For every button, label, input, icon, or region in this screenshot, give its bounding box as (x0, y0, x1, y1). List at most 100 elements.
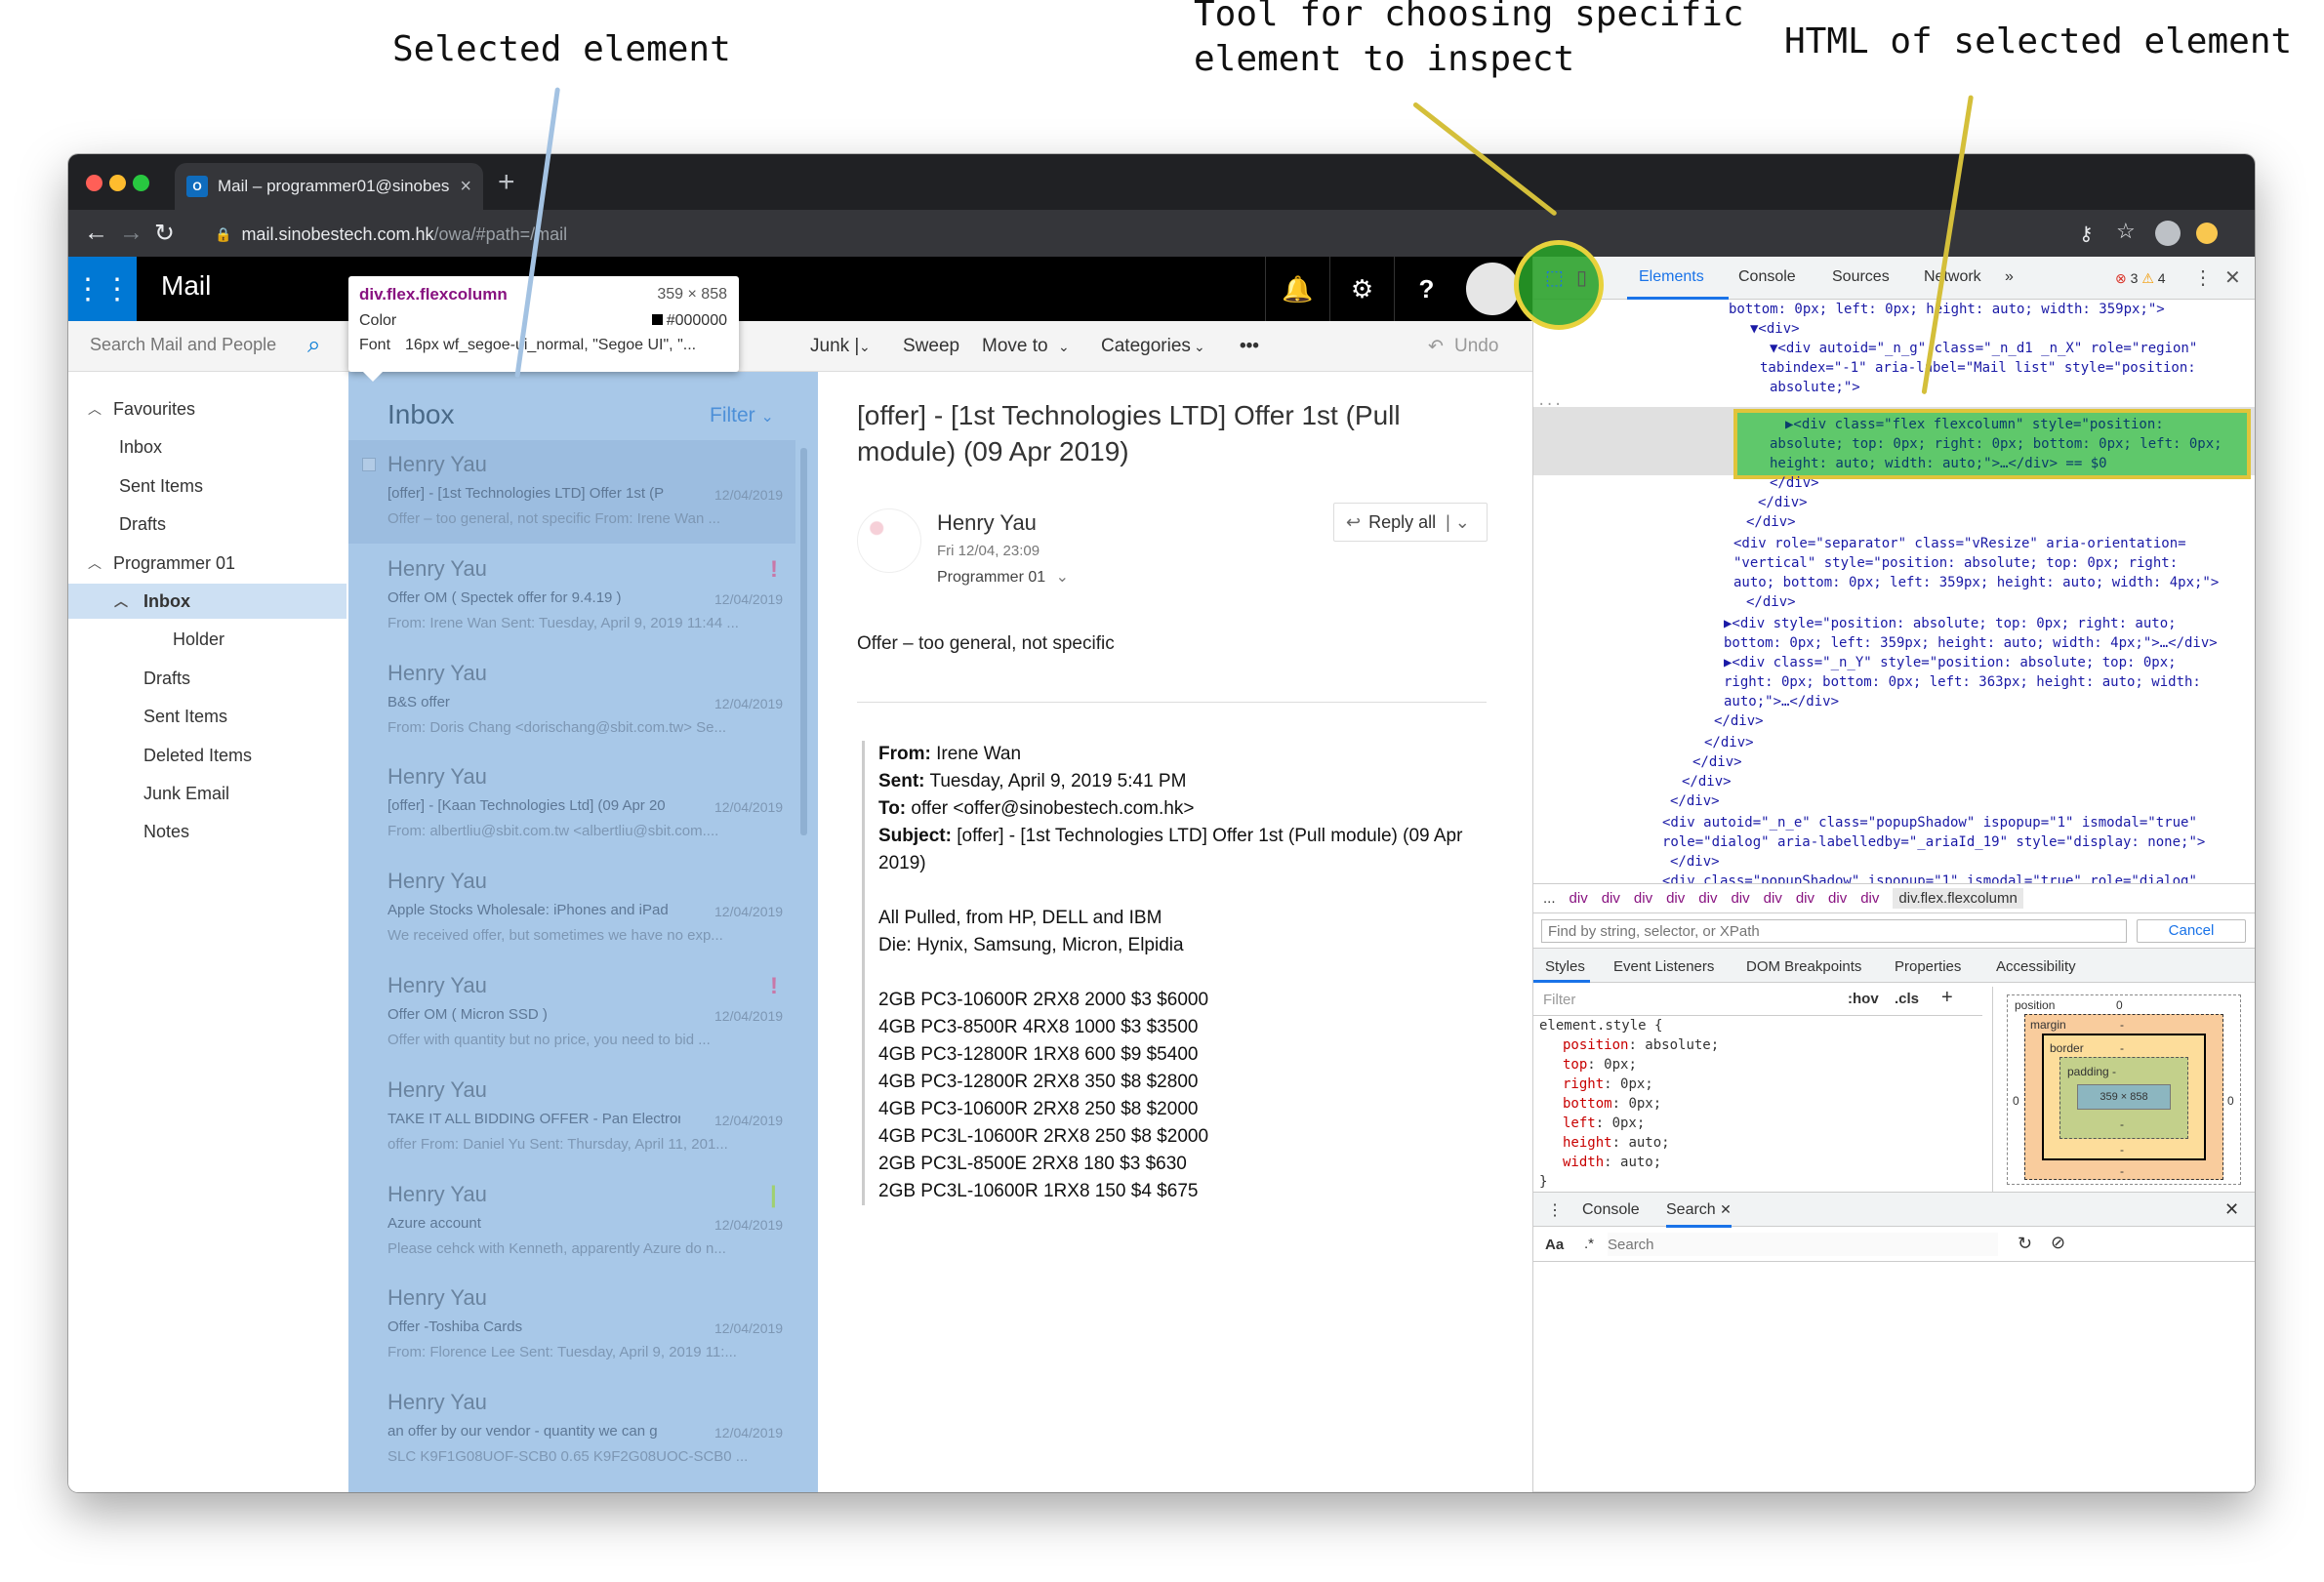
dom-line[interactable]: </div> (1746, 592, 1796, 613)
list-item[interactable]: Henry Yau Apple Stocks Wholesale: iPhones… (348, 857, 795, 960)
breadcrumb-item[interactable]: div (1731, 890, 1749, 907)
tab-dom-breakpoints[interactable]: DOM Breakpoints (1746, 958, 1861, 975)
drawer-menu-icon[interactable]: ⋮ (1547, 1200, 1563, 1220)
style-property[interactable]: left: 0px; (1533, 1114, 1982, 1133)
search-icon[interactable]: ⌕ (307, 332, 320, 359)
sweep-button[interactable]: Sweep (903, 336, 959, 357)
dom-line[interactable]: </div> (1670, 791, 1720, 812)
list-item[interactable]: Henry Yau Offer OM ( Spectek offer for 9.… (348, 545, 795, 648)
dom-line[interactable]: ▶<div style="position: absolute; top: 0p… (1724, 614, 2177, 634)
tab-accessibility[interactable]: Accessibility (1996, 958, 2076, 975)
breadcrumb-item[interactable]: div.flex.flexcolumn (1893, 888, 2023, 909)
dom-line[interactable]: <div role="separator" class="vResize" ar… (1733, 534, 2186, 554)
styles-filter-input[interactable]: Filter (1543, 992, 1575, 1008)
kebab-menu-icon[interactable]: ⋮ (2193, 265, 2213, 290)
tab-event-listeners[interactable]: Event Listeners (1613, 958, 1714, 975)
list-item[interactable]: Henry Yau Azure account 12/04/2019 Please c… (348, 1170, 795, 1274)
dom-line[interactable]: auto; bottom: 0px; left: 359px; height: … (1733, 573, 2219, 593)
dom-line[interactable]: ▼<div> (1750, 319, 1800, 340)
dom-line[interactable]: </div> (1746, 512, 1796, 533)
device-toolbar-icon[interactable]: ▯ (1576, 265, 1587, 290)
tab-network[interactable]: Network (1924, 268, 1981, 286)
undo-button[interactable]: Undo (1454, 336, 1498, 357)
drawer-tab-search[interactable]: Search ✕ (1666, 1201, 1732, 1228)
list-item[interactable]: Henry Yau B&S offer 12/04/2019 From: Doris … (348, 649, 795, 752)
breadcrumb-item[interactable]: div (1860, 890, 1879, 907)
close-icon[interactable]: ✕ (2224, 265, 2241, 290)
breadcrumb-item[interactable]: div (1570, 890, 1588, 907)
close-icon[interactable]: ✕ (1720, 1201, 1732, 1217)
breadcrumb-item[interactable]: div (1828, 890, 1847, 907)
help-icon[interactable]: ? (1394, 257, 1458, 321)
breadcrumb-item[interactable]: div (1698, 890, 1717, 907)
dom-line[interactable]: absolute; top: 0px; right: 0px; bottom: … (1770, 434, 2222, 455)
dom-line[interactable]: </div> (1758, 493, 1808, 513)
undo-icon[interactable]: ↶ (1428, 336, 1444, 358)
breadcrumb-item[interactable]: div (1666, 890, 1685, 907)
reload-icon[interactable]: ↻ (154, 219, 175, 248)
close-window-button[interactable] (86, 175, 102, 191)
dom-line[interactable]: </div> (1682, 772, 1732, 792)
dom-line[interactable]: ▼<div autoid="_n_g" class="_n_d1 _n_X" r… (1770, 339, 2197, 359)
list-item[interactable]: Henry Yau [offer] - [Kaan Technologies Lt… (348, 752, 795, 856)
dom-line[interactable]: <div autoid="_n_e" class="popupShadow" i… (1662, 813, 2197, 833)
error-count[interactable]: ⊗ 3 ⚠ 4 (2115, 270, 2166, 287)
style-property[interactable]: height: auto; (1533, 1133, 1982, 1153)
message-recipient[interactable]: Programmer 01 ⌄ (937, 567, 1069, 587)
folder-item[interactable]: Sent Items (68, 699, 347, 734)
list-item[interactable]: Henry Yau TAKE IT ALL BIDDING OFFER - Pan… (348, 1066, 795, 1169)
cls-button[interactable]: .cls (1895, 991, 1919, 1007)
move-to-button[interactable]: Move to (982, 336, 1048, 357)
tab-properties[interactable]: Properties (1895, 958, 1961, 975)
clear-icon[interactable]: ⊘ (2051, 1233, 2065, 1253)
app-launcher-icon[interactable]: ⋮⋮ (68, 257, 137, 321)
drawer-tab-console[interactable]: Console (1582, 1201, 1640, 1219)
list-item[interactable]: Henry Yau an offer by our vendor - quanti… (348, 1378, 795, 1481)
key-icon[interactable]: ⚷ (2079, 222, 2094, 246)
add-rule-icon[interactable]: + (1941, 987, 1953, 1009)
breadcrumb-item[interactable]: div (1764, 890, 1782, 907)
dom-line[interactable]: ▶<div class="flex flexcolumn" style="pos… (1785, 415, 2164, 435)
more-button[interactable]: ••• (1240, 336, 1259, 357)
more-tabs-icon[interactable]: » (2005, 268, 2014, 286)
folder-item[interactable]: Drafts (68, 661, 347, 696)
dom-line[interactable]: bottom: 0px; left: 0px; height: auto; wi… (1729, 300, 2165, 320)
chevron-up-icon[interactable]: ︿ (88, 546, 102, 581)
extension-icon[interactable] (2196, 223, 2218, 244)
junk-button[interactable]: Junk | (810, 336, 859, 357)
style-property[interactable]: right: 0px; (1533, 1075, 1982, 1094)
breadcrumb-item[interactable]: div (1602, 890, 1620, 907)
forward-icon[interactable]: → (119, 219, 143, 247)
dom-line[interactable]: "vertical" style="position: absolute; to… (1733, 553, 2178, 574)
minimize-window-button[interactable] (109, 175, 126, 191)
dom-line[interactable]: bottom: 0px; left: 359px; height: auto; … (1724, 633, 2218, 654)
find-input[interactable] (1541, 919, 2127, 943)
chevron-down-icon[interactable]: | ⌄ (1446, 512, 1470, 533)
folder-item[interactable]: Drafts (68, 507, 347, 542)
ellipsis-icon[interactable]: ··· (1537, 395, 1562, 416)
folder-item[interactable]: Deleted Items (68, 738, 347, 773)
folder-item[interactable]: Inbox (68, 429, 347, 465)
checkbox[interactable] (362, 458, 376, 471)
tab-elements[interactable]: Elements (1639, 268, 1704, 286)
dom-line[interactable]: right: 0px; bottom: 0px; left: 363px; he… (1724, 672, 2201, 693)
folder-item[interactable]: ︿ Programmer 01 (68, 546, 347, 581)
dom-line[interactable]: role="dialog" aria-labelledby="_ariaId_1… (1662, 832, 2205, 853)
dom-line[interactable]: </div> (1692, 752, 1742, 773)
chevron-down-icon[interactable]: ⌄ (859, 339, 871, 355)
sender-name[interactable]: Henry Yau (937, 510, 1037, 536)
dom-line[interactable]: height: auto; width: auto;">…</div> == $… (1770, 454, 2107, 474)
tab-sources[interactable]: Sources (1832, 268, 1890, 286)
dom-line[interactable]: absolute;"> (1770, 378, 1860, 398)
match-case-button[interactable]: Aa (1545, 1237, 1564, 1253)
list-item[interactable]: Henry Yau Offer -Toshiba Cards 12/04/2019 F… (348, 1274, 795, 1377)
reply-all-button[interactable]: ↩ Reply all | ⌄ (1333, 503, 1488, 542)
star-icon[interactable]: ☆ (2116, 219, 2136, 244)
folder-item[interactable]: Sent Items (68, 468, 347, 504)
dom-line[interactable]: </div> (1704, 733, 1754, 753)
folder-item[interactable]: Holder (68, 622, 347, 657)
url-field[interactable]: 🔒 mail.sinobestech.com.hk/owa/#path=/mai… (215, 220, 567, 249)
style-property[interactable]: bottom: 0px; (1533, 1094, 1982, 1114)
dom-line[interactable]: </div> (1670, 852, 1720, 872)
maximize-window-button[interactable] (133, 175, 149, 191)
